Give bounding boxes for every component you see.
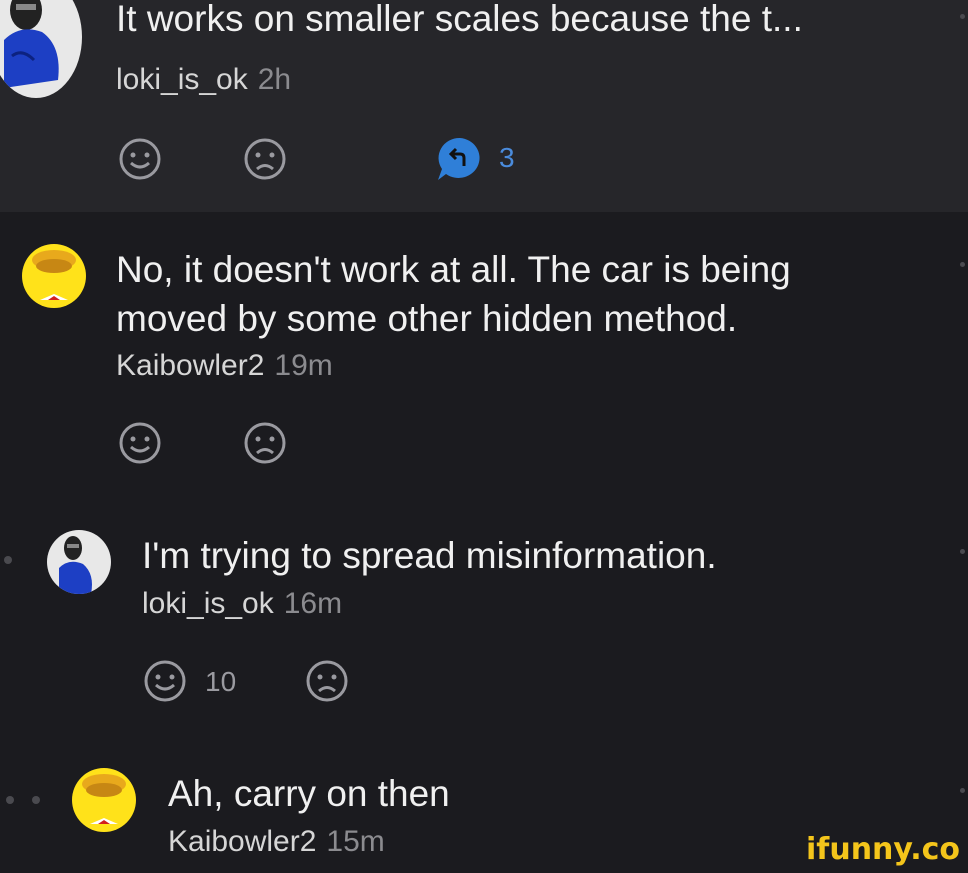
- thread-indent-dot: [32, 796, 40, 804]
- comment-text-line-2: moved by some other hidden method.: [116, 298, 738, 339]
- reply-icon[interactable]: [436, 136, 484, 182]
- comment-text-line-1: No, it doesn't work at all. The car is b…: [116, 249, 791, 290]
- comment-meta: loki_is_ok 16m: [142, 586, 342, 622]
- timestamp: 19m: [274, 349, 333, 382]
- comment-text: I'm trying to spread misinformation.: [142, 535, 717, 576]
- avatar-kaibowler[interactable]: [72, 768, 136, 832]
- comment-meta: loki_is_ok 2h: [116, 62, 291, 98]
- scroll-marker-dot: [960, 549, 965, 554]
- thread-indent-dot: [4, 556, 12, 564]
- scroll-marker-dot: [960, 14, 965, 19]
- timestamp: 2h: [257, 63, 292, 96]
- smile-icon[interactable]: [118, 137, 162, 181]
- comment-text: It works on smaller scales because the t…: [116, 0, 803, 39]
- comment-meta: Kaibowler2 19m: [116, 348, 333, 384]
- author-name[interactable]: loki_is_ok: [142, 587, 274, 620]
- sad-icon[interactable]: [243, 421, 287, 465]
- avatar-loki[interactable]: [47, 530, 111, 594]
- sad-icon[interactable]: [305, 659, 349, 703]
- thread-indent-dot: [6, 796, 14, 804]
- smile-count[interactable]: 10: [205, 665, 236, 699]
- author-name[interactable]: loki_is_ok: [116, 63, 248, 96]
- scroll-marker-dot: [960, 788, 965, 793]
- author-name[interactable]: Kaibowler2: [168, 825, 316, 858]
- timestamp: 15m: [326, 825, 385, 858]
- avatar-kaibowler[interactable]: [22, 244, 86, 308]
- comment-meta: Kaibowler2 15m: [168, 824, 385, 860]
- sad-icon[interactable]: [243, 137, 287, 181]
- ifunny-watermark: ifunny.co: [806, 832, 960, 867]
- smile-icon[interactable]: [118, 421, 162, 465]
- scroll-marker-dot: [960, 262, 965, 267]
- author-name[interactable]: Kaibowler2: [116, 349, 264, 382]
- smile-icon[interactable]: [143, 659, 187, 703]
- timestamp: 16m: [283, 587, 343, 620]
- reply-count[interactable]: 3: [499, 141, 515, 175]
- comment-text: Ah, carry on then: [168, 773, 450, 814]
